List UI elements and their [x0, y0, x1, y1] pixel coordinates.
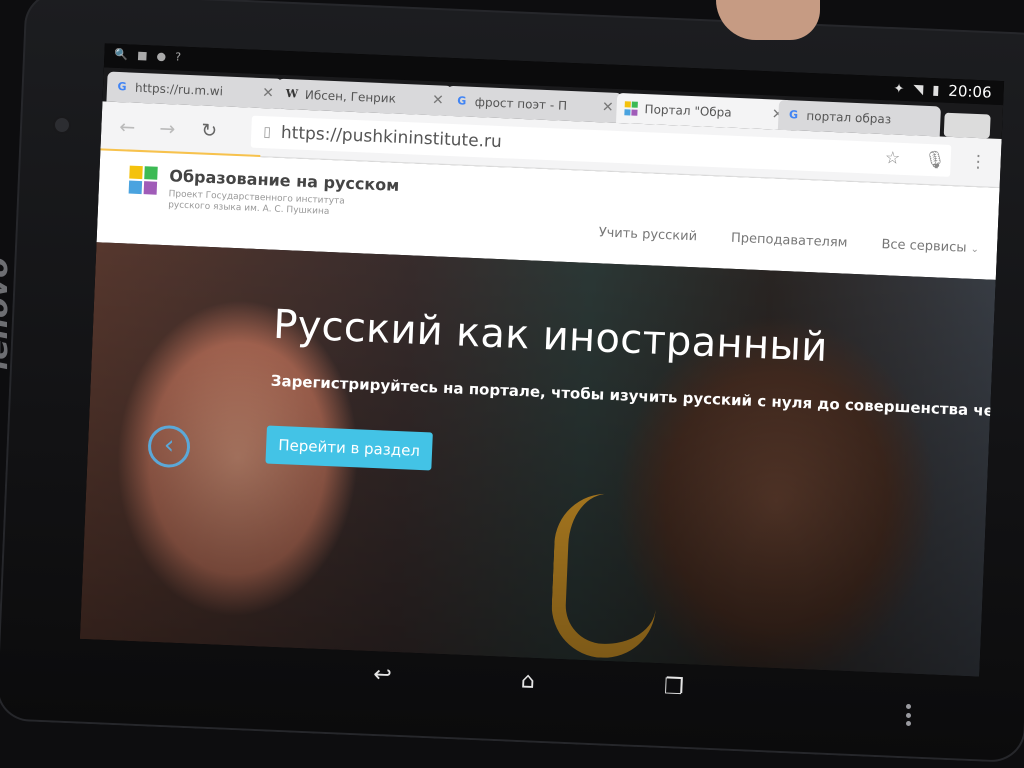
- go-to-section-button[interactable]: Перейти в раздел: [265, 425, 433, 471]
- status-left-icons: 🔍 ■ ● ?: [114, 48, 181, 64]
- new-tab-button[interactable]: [943, 112, 991, 139]
- chevron-down-icon: ⌄: [970, 243, 980, 256]
- front-camera: [55, 118, 69, 132]
- nav-teachers[interactable]: Преподавателям: [731, 231, 848, 251]
- close-tab-icon[interactable]: ✕: [262, 85, 274, 101]
- reload-icon[interactable]: ↻: [201, 120, 218, 143]
- url-text[interactable]: https://pushkininstitute.ru: [281, 123, 503, 152]
- portal-favicon-icon: [624, 101, 639, 116]
- tab-title: портал образ: [806, 108, 892, 127]
- app-icon: ■: [136, 48, 148, 63]
- close-tab-icon[interactable]: ✕: [602, 99, 614, 115]
- app-icon: ●: [156, 49, 167, 63]
- device-brand-logo: lenovo: [0, 257, 15, 370]
- forward-icon[interactable]: →: [159, 118, 176, 141]
- google-favicon-icon: G: [117, 79, 127, 94]
- home-nav-icon[interactable]: ⌂: [520, 668, 535, 694]
- google-favicon-icon: G: [788, 108, 799, 122]
- tab-title: Портал "Обра: [644, 102, 732, 120]
- star-icon: ✦: [893, 80, 905, 97]
- back-icon[interactable]: ←: [119, 116, 136, 139]
- page-icon: ▯: [262, 124, 272, 141]
- site-nav: Учить русский Преподавателям Все сервисы…: [598, 225, 997, 257]
- back-nav-icon[interactable]: ↩: [373, 662, 392, 688]
- microphone-icon[interactable]: 🎙: [924, 150, 946, 171]
- close-tab-icon[interactable]: ✕: [432, 92, 444, 108]
- tablet-screen: 🔍 ■ ● ? ✦ ◥ ▮ 20:06 G https://ru.m.wi ✕ …: [79, 43, 1005, 677]
- search-icon: 🔍: [114, 47, 129, 62]
- hero-banner: Русский как иностранный Зарегистрируйтес…: [79, 242, 1004, 677]
- bookmark-star-icon[interactable]: ☆: [884, 148, 900, 169]
- nav-all-services-label: Все сервисы: [881, 237, 967, 256]
- hero-photo: [79, 242, 996, 677]
- signal-icon: ▮: [931, 82, 940, 98]
- wifi-icon: ◥: [912, 81, 924, 98]
- question-icon: ?: [174, 50, 182, 64]
- menu-icon[interactable]: ⋮: [969, 152, 987, 173]
- nav-all-services[interactable]: Все сервисы ⌄: [881, 237, 979, 256]
- wikipedia-favicon-icon: W: [285, 87, 299, 101]
- site-subtitle: Проект Государственного института русско…: [167, 189, 345, 217]
- recents-nav-icon[interactable]: ❐: [664, 674, 685, 700]
- tab-title: фрост поэт - П: [474, 94, 568, 113]
- tab-title: Ибсен, Генрик: [304, 87, 397, 106]
- nav-learn-russian[interactable]: Учить русский: [598, 225, 697, 244]
- status-right-icons: ✦ ◥ ▮ 20:06: [893, 79, 992, 102]
- google-favicon-icon: G: [456, 94, 467, 108]
- clock: 20:06: [948, 81, 992, 102]
- site-logo[interactable]: [128, 165, 158, 195]
- toolbar-tools: ☆ 🎙 ⋮: [884, 148, 987, 172]
- tab-title: https://ru.m.wi: [134, 80, 224, 99]
